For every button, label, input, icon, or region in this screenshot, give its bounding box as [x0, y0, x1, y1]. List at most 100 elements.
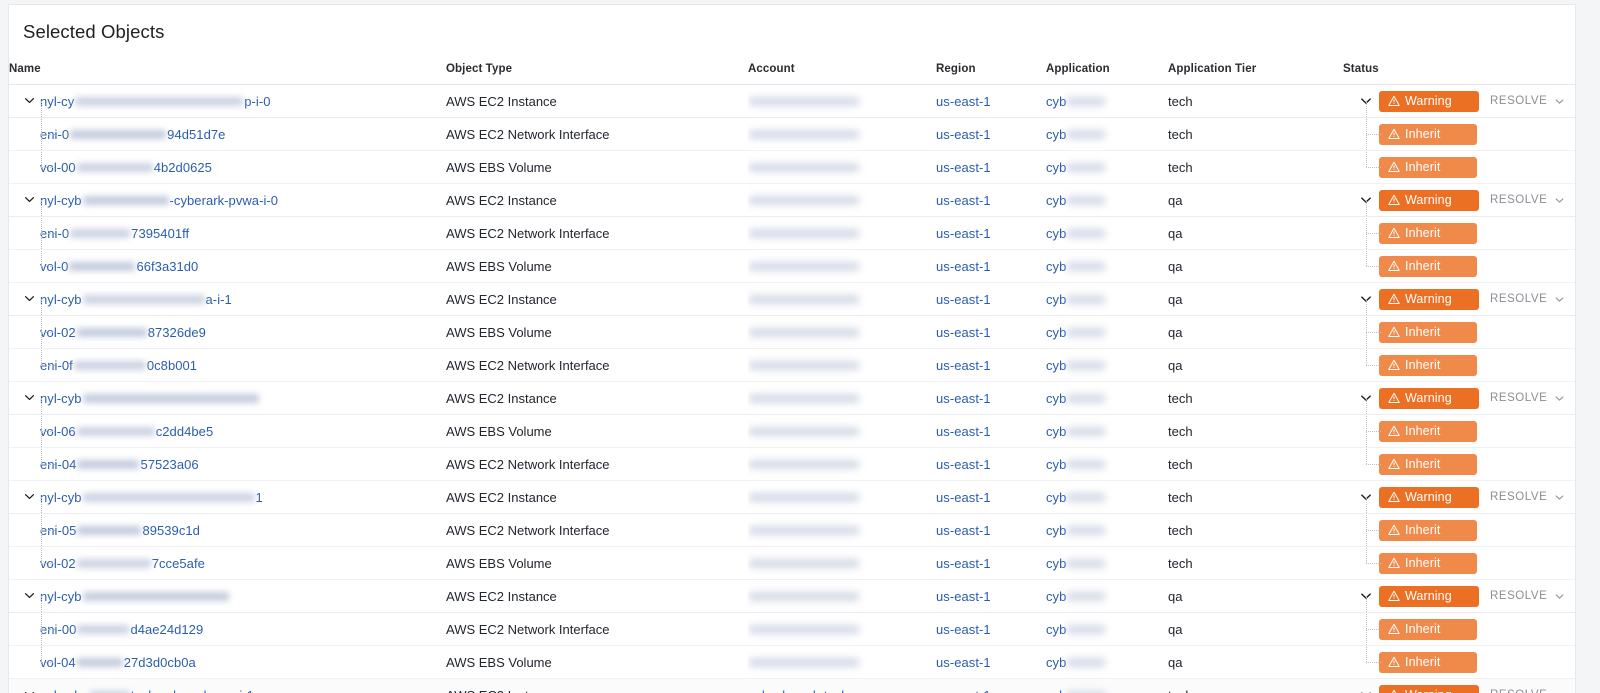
row-expand-chevron-icon[interactable]: [23, 391, 36, 404]
region-link[interactable]: us-east-1: [936, 589, 991, 604]
account-link[interactable]: [748, 94, 860, 109]
table-row[interactable]: eni-04 57523a06 AWS EC2 Network Interface u…: [9, 447, 1575, 481]
table-row[interactable]: nyl-cybe tech-cyberark-ccp-i-1 AWS EC2 Ins…: [9, 678, 1575, 693]
region-link[interactable]: us-east-1: [936, 160, 991, 175]
status-expand-chevron-icon[interactable]: [1359, 688, 1373, 693]
table-row[interactable]: nyl-cyb -cyberark-pvwa-i-0 AWS EC2 Instanc…: [9, 183, 1575, 217]
application-link[interactable]: cyb: [1046, 292, 1106, 307]
object-name-link[interactable]: nyl-cy p-i-0: [40, 94, 271, 109]
status-badge-inherit[interactable]: Inherit: [1379, 123, 1477, 145]
status-badge-inherit[interactable]: Inherit: [1379, 354, 1477, 376]
region-link[interactable]: us-east-1: [936, 94, 991, 109]
column-header-object-type[interactable]: Object Type: [446, 63, 748, 85]
region-link[interactable]: us-east-1: [936, 688, 991, 693]
table-row[interactable]: eni-0 94d51d7e AWS EC2 Network Interface us…: [9, 117, 1575, 151]
status-badge-warning[interactable]: Warning: [1379, 189, 1479, 211]
table-row[interactable]: vol-04 27d3d0cb0a AWS EBS Volume us-east-1 c…: [9, 645, 1575, 679]
account-link[interactable]: [748, 589, 860, 604]
application-link[interactable]: cyb: [1046, 523, 1106, 538]
account-link[interactable]: [748, 226, 860, 241]
status-badge-warning[interactable]: Warning: [1379, 288, 1479, 310]
account-link[interactable]: nyl-cyberark-tech: [748, 688, 849, 693]
region-link[interactable]: us-east-1: [936, 457, 991, 472]
region-link[interactable]: us-east-1: [936, 259, 991, 274]
object-name-link[interactable]: eni-04 57523a06: [40, 457, 199, 472]
region-link[interactable]: us-east-1: [936, 655, 991, 670]
account-link[interactable]: [748, 358, 860, 373]
row-expand-chevron-icon[interactable]: [23, 94, 36, 107]
object-name-link[interactable]: eni-0 94d51d7e: [40, 127, 225, 142]
application-link[interactable]: cyb: [1046, 391, 1106, 406]
region-link[interactable]: us-east-1: [936, 292, 991, 307]
account-link[interactable]: [748, 325, 860, 340]
application-link[interactable]: cyb: [1046, 94, 1106, 109]
status-badge-inherit[interactable]: Inherit: [1379, 552, 1477, 574]
account-link[interactable]: [748, 523, 860, 538]
object-name-link[interactable]: vol-04 27d3d0cb0a: [40, 655, 196, 670]
status-badge-inherit[interactable]: Inherit: [1379, 420, 1477, 442]
row-expand-chevron-icon[interactable]: [23, 193, 36, 206]
application-link[interactable]: cyb: [1046, 490, 1106, 505]
table-row[interactable]: vol-06 c2dd4be5 AWS EBS Volume us-east-1 cyb…: [9, 414, 1575, 448]
object-name-link[interactable]: eni-00 d4ae24d129: [40, 622, 203, 637]
object-name-link[interactable]: vol-02 7cce5afe: [40, 556, 205, 571]
resolve-dropdown[interactable]: RESOLVE: [1490, 293, 1565, 305]
status-badge-warning[interactable]: Warning: [1379, 486, 1479, 508]
region-link[interactable]: us-east-1: [936, 127, 991, 142]
resolve-dropdown[interactable]: RESOLVE: [1490, 194, 1565, 206]
region-link[interactable]: us-east-1: [936, 391, 991, 406]
account-link[interactable]: [748, 127, 860, 142]
status-badge-inherit[interactable]: Inherit: [1379, 453, 1477, 475]
application-link[interactable]: cyb: [1046, 160, 1106, 175]
application-link[interactable]: cyb: [1046, 655, 1106, 670]
region-link[interactable]: us-east-1: [936, 622, 991, 637]
account-link[interactable]: [748, 391, 860, 406]
account-link[interactable]: [748, 556, 860, 571]
status-badge-warning[interactable]: Warning: [1379, 387, 1479, 409]
application-link[interactable]: cyb: [1046, 457, 1106, 472]
resolve-dropdown[interactable]: RESOLVE: [1490, 491, 1565, 503]
column-header-application[interactable]: Application: [1046, 63, 1168, 85]
status-badge-warning[interactable]: Warning: [1379, 90, 1479, 112]
column-header-region[interactable]: Region: [936, 63, 1046, 85]
region-link[interactable]: us-east-1: [936, 490, 991, 505]
region-link[interactable]: us-east-1: [936, 358, 991, 373]
account-link[interactable]: [748, 193, 860, 208]
account-link[interactable]: [748, 424, 860, 439]
application-link[interactable]: cyb: [1046, 127, 1106, 142]
account-link[interactable]: [748, 490, 860, 505]
status-badge-inherit[interactable]: Inherit: [1379, 618, 1477, 640]
object-name-link[interactable]: eni-0 7395401ff: [40, 226, 189, 241]
object-name-link[interactable]: nyl-cyb: [40, 589, 230, 604]
account-link[interactable]: [748, 160, 860, 175]
object-name-link[interactable]: eni-05 89539c1d: [40, 523, 200, 538]
row-expand-chevron-icon[interactable]: [23, 490, 36, 503]
resolve-dropdown[interactable]: RESOLVE: [1490, 590, 1565, 602]
table-row[interactable]: vol-02 87326de9 AWS EBS Volume us-east-1 cyb…: [9, 315, 1575, 349]
column-header-status[interactable]: Status: [1343, 63, 1575, 85]
table-row[interactable]: eni-0 7395401ff AWS EC2 Network Interface u…: [9, 216, 1575, 250]
resolve-dropdown[interactable]: RESOLVE: [1490, 392, 1565, 404]
account-link[interactable]: [748, 292, 860, 307]
table-row[interactable]: nyl-cyb AWS EC2 Instance us-east-1 cyb qa War…: [9, 579, 1575, 613]
column-header-name[interactable]: Name: [9, 63, 446, 85]
region-link[interactable]: us-east-1: [936, 523, 991, 538]
row-expand-chevron-icon[interactable]: [23, 688, 36, 693]
status-badge-inherit[interactable]: Inherit: [1379, 222, 1477, 244]
region-link[interactable]: us-east-1: [936, 193, 991, 208]
account-link[interactable]: [748, 259, 860, 274]
table-row[interactable]: nyl-cyb AWS EC2 Instance us-east-1 cyb tech W…: [9, 381, 1575, 415]
table-row[interactable]: eni-0f 0c8b001 AWS EC2 Network Interface us…: [9, 348, 1575, 382]
table-row[interactable]: vol-0 66f3a31d0 AWS EBS Volume us-east-1 cyb…: [9, 249, 1575, 283]
table-row[interactable]: nyl-cyb 1 AWS EC2 Instance us-east-1 cyb tech…: [9, 480, 1575, 514]
account-link[interactable]: [748, 655, 860, 670]
object-name-link[interactable]: eni-0f 0c8b001: [40, 358, 197, 373]
object-name-link[interactable]: vol-0 66f3a31d0: [40, 259, 198, 274]
resolve-dropdown[interactable]: RESOLVE: [1490, 689, 1565, 693]
application-link[interactable]: cyb: [1046, 688, 1106, 693]
application-link[interactable]: cyb: [1046, 358, 1106, 373]
application-link[interactable]: cyb: [1046, 259, 1106, 274]
region-link[interactable]: us-east-1: [936, 424, 991, 439]
application-link[interactable]: cyb: [1046, 622, 1106, 637]
status-badge-inherit[interactable]: Inherit: [1379, 321, 1477, 343]
